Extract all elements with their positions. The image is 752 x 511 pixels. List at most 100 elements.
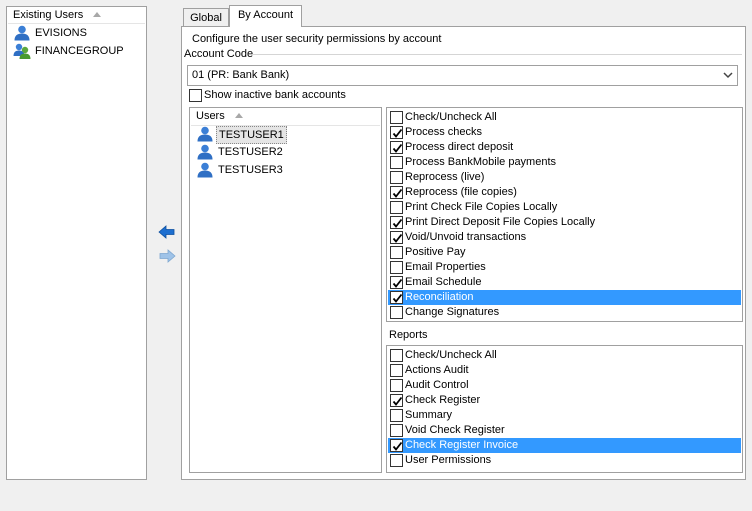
report-item[interactable]: Audit Control xyxy=(388,378,741,393)
report-item-label: Check/Uncheck All xyxy=(405,349,497,361)
group-icon xyxy=(13,43,31,59)
permission-item[interactable]: Reconciliation xyxy=(388,290,741,305)
assign-arrow-button[interactable] xyxy=(158,225,176,239)
checkbox[interactable] xyxy=(390,111,403,124)
checkbox[interactable] xyxy=(390,291,403,304)
permission-item-label: Reconciliation xyxy=(405,291,474,303)
reports-label: Reports xyxy=(389,329,428,341)
permission-item[interactable]: Email Schedule xyxy=(388,275,741,290)
checkmark-icon xyxy=(392,441,403,451)
checkbox[interactable] xyxy=(390,216,403,229)
checkbox[interactable] xyxy=(390,276,403,289)
arrow-right-icon xyxy=(159,249,176,263)
show-inactive-checkbox[interactable]: Show inactive bank accounts xyxy=(188,88,388,103)
checkmark-icon xyxy=(392,293,403,303)
tab-by-account[interactable]: By Account xyxy=(229,5,302,27)
existing-users-header-label: Existing Users xyxy=(13,9,84,21)
users-header-label: Users xyxy=(196,110,225,122)
report-item[interactable]: Check Register Invoice xyxy=(388,438,741,453)
permission-item[interactable]: Print Check File Copies Locally xyxy=(388,200,741,215)
report-item-label: Check Register Invoice xyxy=(405,439,519,451)
tab-global[interactable]: Global xyxy=(183,8,229,26)
checkbox[interactable] xyxy=(390,424,403,437)
permission-item-label: Email Properties xyxy=(405,261,486,273)
account-code-label: Account Code xyxy=(184,48,254,60)
checkbox[interactable] xyxy=(390,379,403,392)
permissions-list[interactable]: Check/Uncheck All Process checks Process d… xyxy=(386,107,743,322)
permission-item[interactable]: Positive Pay xyxy=(388,245,741,260)
report-item[interactable]: Actions Audit xyxy=(388,363,741,378)
sort-ascending-icon xyxy=(234,113,243,118)
checkbox[interactable] xyxy=(390,409,403,422)
report-item[interactable]: Void Check Register xyxy=(388,423,741,438)
checkbox[interactable] xyxy=(390,186,403,199)
checkbox[interactable] xyxy=(390,126,403,139)
checkbox[interactable] xyxy=(390,439,403,452)
permission-item-label: Reprocess (file copies) xyxy=(405,186,517,198)
report-item-label: Check Register xyxy=(405,394,481,406)
permission-item-label: Change Signatures xyxy=(405,306,500,318)
user-icon xyxy=(13,25,31,41)
permission-item[interactable]: Process BankMobile payments xyxy=(388,155,741,170)
report-item[interactable]: Check Register xyxy=(388,393,741,408)
report-item-label: Summary xyxy=(405,409,453,421)
checkbox[interactable] xyxy=(390,171,403,184)
user-item-label: TESTUSER2 xyxy=(218,146,283,158)
permission-item-label: Check/Uncheck All xyxy=(405,111,497,123)
checkbox[interactable] xyxy=(390,156,403,169)
permission-item-label: Positive Pay xyxy=(405,246,466,258)
permission-item[interactable]: Process checks xyxy=(388,125,741,140)
checkmark-icon xyxy=(392,143,403,153)
user-icon xyxy=(196,126,214,142)
checkbox[interactable] xyxy=(390,231,403,244)
checkbox[interactable] xyxy=(390,306,403,319)
reports-list[interactable]: Check/Uncheck All Actions Audit Audit Cont… xyxy=(386,345,743,473)
users-list[interactable]: Users TESTUSER1 TESTUSER2 TESTUSER3 xyxy=(189,107,382,473)
report-item[interactable]: Summary xyxy=(388,408,741,423)
show-inactive-checkbox-box[interactable] xyxy=(189,89,202,102)
permission-item[interactable]: Reprocess (live) xyxy=(388,170,741,185)
permission-item[interactable]: Check/Uncheck All xyxy=(388,110,741,125)
permission-item-label: Reprocess (live) xyxy=(405,171,485,183)
users-header[interactable]: Users xyxy=(191,109,380,126)
arrow-left-icon xyxy=(158,225,175,239)
existing-user-label: FINANCEGROUP xyxy=(35,45,124,57)
report-item-label: Actions Audit xyxy=(405,364,469,376)
permission-item[interactable]: Change Signatures xyxy=(388,305,741,320)
permission-item-label: Process direct deposit xyxy=(405,141,514,153)
checkmark-icon xyxy=(392,218,403,228)
checkbox[interactable] xyxy=(390,394,403,407)
unassign-arrow-button[interactable] xyxy=(158,249,176,263)
user-icon xyxy=(196,144,214,160)
account-code-select[interactable]: 01 (PR: Bank Bank) xyxy=(187,65,738,86)
permission-item[interactable]: Process direct deposit xyxy=(388,140,741,155)
report-item[interactable]: User Permissions xyxy=(388,453,741,468)
user-item-label: TESTUSER3 xyxy=(218,164,283,176)
permission-item-label: Void/Unvoid transactions xyxy=(405,231,527,243)
tab-by-account-label: By Account xyxy=(237,9,294,21)
checkbox[interactable] xyxy=(390,246,403,259)
chevron-down-icon xyxy=(722,66,734,85)
permission-item[interactable]: Print Direct Deposit File Copies Locally xyxy=(388,215,741,230)
checkmark-icon xyxy=(392,278,403,288)
report-item-label: Audit Control xyxy=(405,379,469,391)
checkbox[interactable] xyxy=(390,364,403,377)
user-icon xyxy=(196,162,214,178)
checkbox[interactable] xyxy=(390,201,403,214)
report-item-label: Void Check Register xyxy=(405,424,505,436)
checkbox[interactable] xyxy=(390,454,403,467)
report-item[interactable]: Check/Uncheck All xyxy=(388,348,741,363)
existing-users-header[interactable]: Existing Users xyxy=(8,8,145,24)
checkbox[interactable] xyxy=(390,141,403,154)
permission-item-label: Process BankMobile payments xyxy=(405,156,557,168)
permission-item[interactable]: Reprocess (file copies) xyxy=(388,185,741,200)
existing-users-list[interactable]: Existing Users EVISIONS FINANCEGROUP xyxy=(6,6,147,480)
permission-item[interactable]: Void/Unvoid transactions xyxy=(388,230,741,245)
user-item-label: TESTUSER1 xyxy=(216,126,287,144)
permission-item-label: Print Check File Copies Locally xyxy=(405,201,558,213)
checkbox[interactable] xyxy=(390,261,403,274)
checkmark-icon xyxy=(392,396,403,406)
account-code-value: 01 (PR: Bank Bank) xyxy=(192,69,290,81)
checkbox[interactable] xyxy=(390,349,403,362)
permission-item[interactable]: Email Properties xyxy=(388,260,741,275)
